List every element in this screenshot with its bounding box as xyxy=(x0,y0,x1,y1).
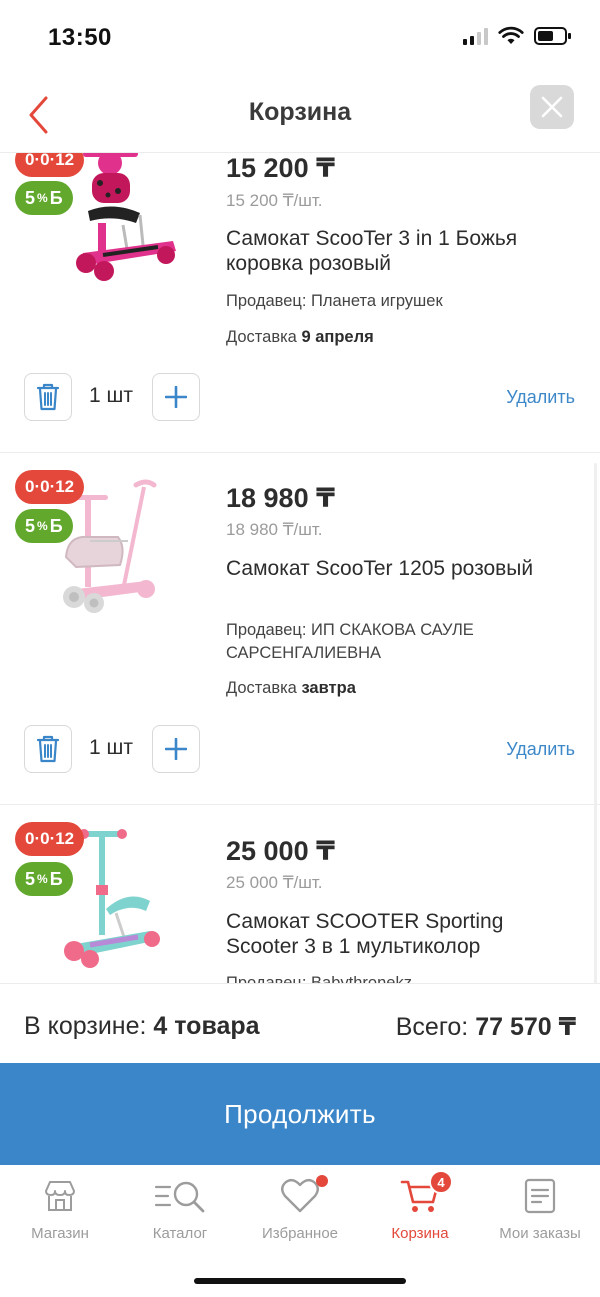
remove-item-link[interactable]: Удалить xyxy=(506,739,575,760)
quantity-value: 1 шт xyxy=(89,384,133,407)
seller-info: Продавец: Планета игрушек xyxy=(226,290,566,313)
seller-name: Планета игрушек xyxy=(311,292,443,310)
delivery-label: Доставка xyxy=(226,679,297,697)
product-name[interactable]: Самокат SCOOTER Sporting Scooter 3 в 1 м… xyxy=(226,909,566,959)
item-price: 15 200 ₸ xyxy=(226,153,335,183)
delivery-info: Доставка завтра xyxy=(226,679,356,698)
installment-badge: 0·0·12 xyxy=(15,470,85,504)
item-price: 25 000 ₸ xyxy=(226,836,335,866)
cellular-signal-icon xyxy=(463,27,488,45)
cart-total-value: 77 570 ₸ xyxy=(475,1013,576,1041)
cart-list[interactable]: 0·0·12 5% Б 15 200 ₸ 15 200 ₸/шт. Самока… xyxy=(0,153,600,983)
tab-label: Магазин xyxy=(31,1225,89,1242)
seller-info: Продавец: Babythronekz xyxy=(226,972,566,983)
tab-label: Корзина xyxy=(391,1225,449,1242)
plus-icon xyxy=(165,386,187,408)
item-price: 18 980 ₸ xyxy=(226,483,335,513)
tab-label: Каталог xyxy=(152,1225,208,1242)
tab-shop[interactable]: Магазин xyxy=(0,1175,120,1242)
bonus-badge: 5% Б xyxy=(15,509,73,543)
battery-icon xyxy=(534,27,571,45)
status-time: 13:50 xyxy=(48,24,112,51)
heart-icon xyxy=(240,1175,360,1217)
bonus-value: 5 xyxy=(25,187,36,208)
bonus-symbol: Б xyxy=(49,187,63,208)
quantity-value: 1 шт xyxy=(89,736,133,759)
item-count-value: 4 товара xyxy=(153,1012,260,1040)
close-icon xyxy=(541,96,563,118)
cart-item: 0·0·12 5% Б 25 000 ₸ 25 000 ₸/шт. Самокат… xyxy=(0,805,600,983)
orders-icon xyxy=(480,1175,600,1217)
delivery-date: 9 апреля xyxy=(301,328,374,346)
tab-catalog[interactable]: Каталог xyxy=(120,1175,240,1242)
seller-name: Babythronekz xyxy=(311,974,412,983)
wifi-icon xyxy=(498,26,524,44)
status-bar: 13:50 xyxy=(0,0,600,75)
cart-icon: 4 xyxy=(360,1170,480,1217)
bonus-symbol: Б xyxy=(49,515,63,536)
bonus-suffix: % xyxy=(37,872,48,886)
bonus-suffix: % xyxy=(37,191,48,205)
trash-icon xyxy=(36,735,60,763)
product-name[interactable]: Самокат ScooTer 3 in 1 Божья коровка роз… xyxy=(226,226,566,276)
item-count: В корзине: 4 товара xyxy=(24,1012,260,1041)
shop-icon xyxy=(0,1175,120,1217)
product-name[interactable]: Самокат ScooTer 1205 розовый xyxy=(226,556,566,581)
delete-item-button[interactable] xyxy=(24,373,72,421)
seller-label: Продавец: xyxy=(226,292,307,310)
item-unit-price: 18 980 ₸/шт. xyxy=(226,520,323,539)
bonus-badge: 5% Б xyxy=(15,862,73,896)
catalog-search-icon xyxy=(120,1175,240,1217)
cart-total-label: Всего: xyxy=(395,1013,469,1041)
bonus-suffix: % xyxy=(37,519,48,533)
cart-total: Всего: 77 570 ₸ xyxy=(396,1012,576,1042)
installment-badge: 0·0·12 xyxy=(15,822,85,856)
delivery-date: завтра xyxy=(301,679,356,697)
status-icons xyxy=(463,26,572,46)
page-title: Корзина xyxy=(248,98,352,126)
seller-label: Продавец: xyxy=(226,621,307,639)
item-unit-price: 15 200 ₸/шт. xyxy=(226,191,323,210)
header: Корзина xyxy=(0,75,600,153)
installment-badge: 0·0·12 xyxy=(15,153,85,177)
increase-quantity-button[interactable] xyxy=(152,725,200,773)
bonus-value: 5 xyxy=(25,515,36,536)
home-indicator[interactable] xyxy=(194,1278,406,1284)
cart-summary: В корзине: 4 товара Всего: 77 570 ₸ xyxy=(0,983,600,1063)
continue-button[interactable]: Продолжить xyxy=(0,1063,600,1165)
plus-icon xyxy=(165,738,187,760)
bonus-badge: 5% Б xyxy=(15,181,73,215)
tab-orders[interactable]: Мои заказы xyxy=(480,1175,600,1242)
seller-label: Продавец: xyxy=(226,974,307,983)
bonus-value: 5 xyxy=(25,868,36,889)
tab-favorites[interactable]: Избранное xyxy=(240,1175,360,1242)
delivery-info: Доставка 9 апреля xyxy=(226,328,374,347)
delete-item-button[interactable] xyxy=(24,725,72,773)
close-button[interactable] xyxy=(530,85,574,129)
item-unit-price: 25 000 ₸/шт. xyxy=(226,873,323,892)
cart-item: 0·0·12 5% Б 18 980 ₸ 18 980 ₸/шт. Самокат… xyxy=(0,453,600,805)
notification-dot xyxy=(316,1175,328,1187)
tab-label: Мои заказы xyxy=(499,1225,581,1242)
tab-label: Избранное xyxy=(261,1225,339,1242)
tab-cart[interactable]: 4 Корзина xyxy=(360,1170,480,1242)
cart-count-badge: 4 xyxy=(429,1170,453,1194)
delivery-label: Доставка xyxy=(226,328,297,346)
increase-quantity-button[interactable] xyxy=(152,373,200,421)
remove-item-link[interactable]: Удалить xyxy=(506,387,575,408)
cart-item: 0·0·12 5% Б 15 200 ₸ 15 200 ₸/шт. Самока… xyxy=(0,153,600,453)
seller-info: Продавец: ИП СКАКОВА САУЛЕ САРСЕНГАЛИЕВН… xyxy=(226,619,566,665)
scrollbar[interactable] xyxy=(594,463,597,983)
item-count-label: В корзине: xyxy=(24,1012,147,1040)
trash-icon xyxy=(36,383,60,411)
bonus-symbol: Б xyxy=(49,868,63,889)
